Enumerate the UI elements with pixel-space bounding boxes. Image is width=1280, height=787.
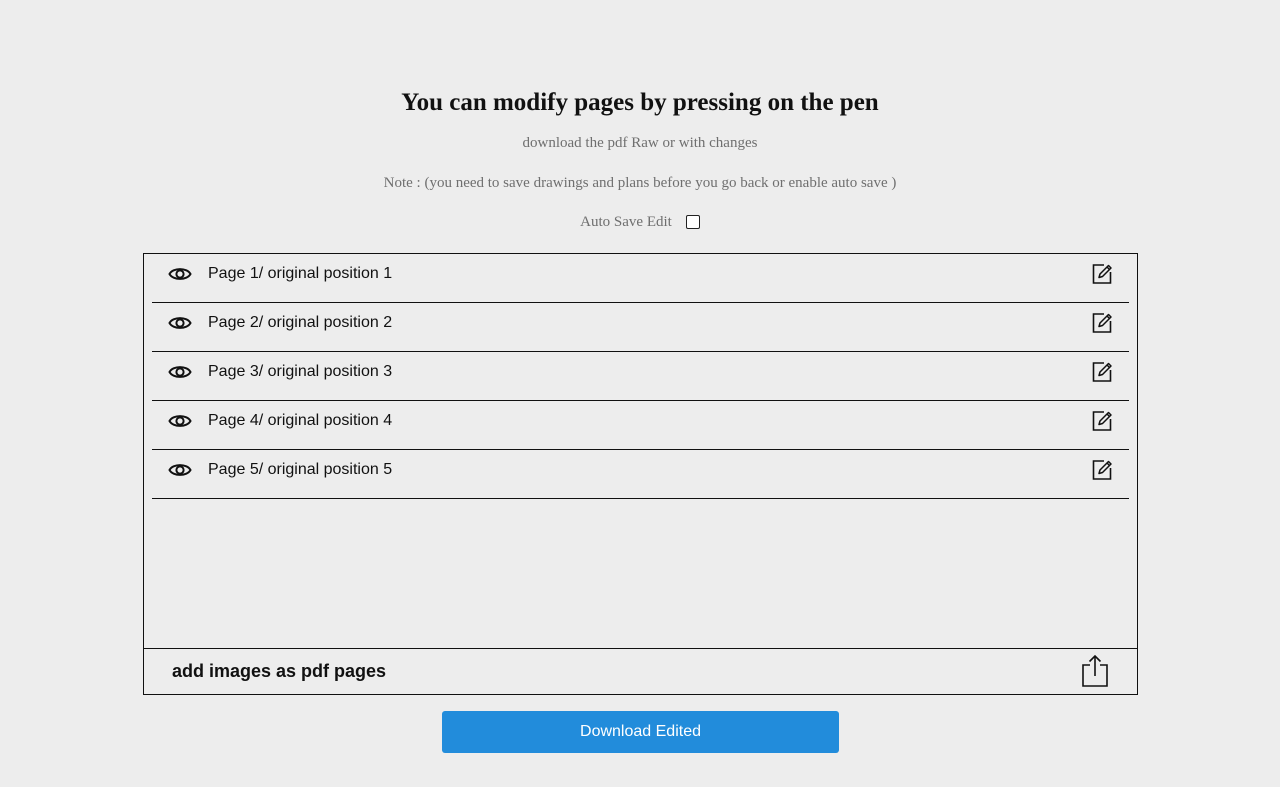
page-row: Page 5/ original position 5 (152, 450, 1129, 499)
eye-icon[interactable] (168, 264, 192, 284)
page-label: Page 1/ original position 1 (208, 265, 393, 282)
auto-save-checkbox[interactable] (685, 215, 700, 229)
page-row: Page 2/ original position 2 (152, 303, 1129, 352)
share-icon[interactable] (1081, 654, 1109, 688)
add-images-label: add images as pdf pages (172, 661, 387, 681)
page-note: Note : (you need to save drawings and pl… (383, 175, 897, 191)
page-label: Page 4/ original position 4 (208, 412, 393, 429)
page-row: Page 3/ original position 3 (152, 352, 1129, 401)
add-images-bar: add images as pdf pages (144, 648, 1137, 694)
edit-icon[interactable] (1091, 459, 1113, 481)
page-label: Page 3/ original position 3 (208, 363, 393, 380)
eye-icon[interactable] (168, 362, 192, 382)
edit-icon[interactable] (1091, 312, 1113, 334)
eye-icon[interactable] (168, 460, 192, 480)
edit-icon[interactable] (1091, 361, 1113, 383)
page-list: Page 1/ original position 1 Page 2/ orig… (152, 254, 1129, 499)
eye-icon[interactable] (168, 313, 192, 333)
pages-panel: Page 1/ original position 1 Page 2/ orig… (143, 253, 1138, 695)
eye-icon[interactable] (168, 411, 192, 431)
auto-save-row: Auto Save Edit (0, 213, 1280, 231)
edit-icon[interactable] (1091, 263, 1113, 285)
page-row: Page 4/ original position 4 (152, 401, 1129, 450)
page-subtitle: download the pdf Raw or with changes (522, 135, 758, 151)
page-title: You can modify pages by pressing on the … (401, 89, 879, 116)
page-row: Page 1/ original position 1 (152, 254, 1129, 303)
edit-icon[interactable] (1091, 410, 1113, 432)
page-label: Page 5/ original position 5 (208, 461, 393, 478)
download-edited-button[interactable]: Download Edited (442, 711, 839, 753)
auto-save-label: Auto Save Edit (580, 214, 672, 230)
page-label: Page 2/ original position 2 (208, 314, 393, 331)
